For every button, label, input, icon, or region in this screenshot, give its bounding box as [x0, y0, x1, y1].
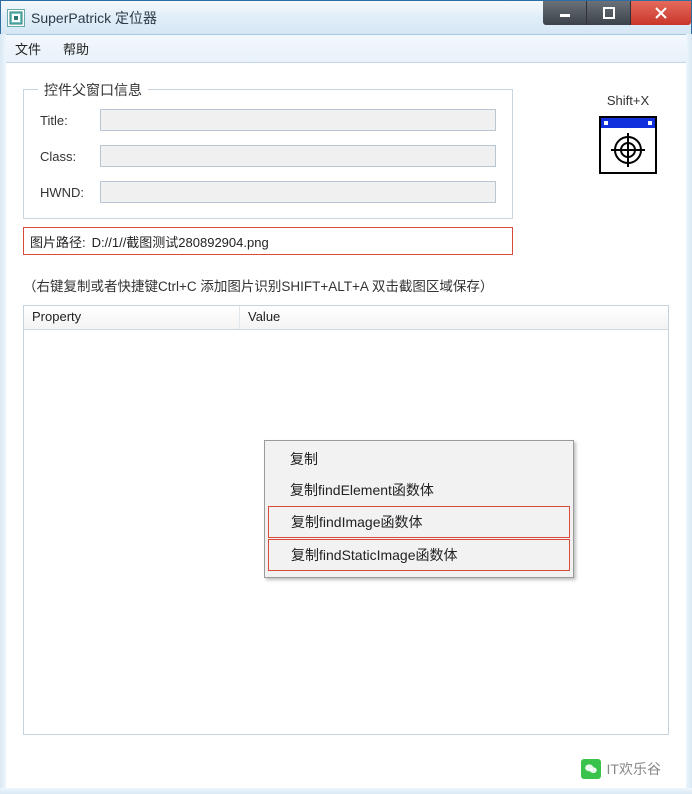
title-input[interactable]: [100, 109, 496, 131]
capture-shortcut-box: Shift+X: [589, 93, 667, 174]
table-header: Property Value: [24, 306, 668, 330]
crosshair-icon: [601, 128, 655, 172]
watermark: IT欢乐谷: [581, 759, 661, 779]
image-path-label: 图片路径:: [30, 232, 86, 251]
hwnd-input[interactable]: [100, 181, 496, 203]
column-value[interactable]: Value: [240, 306, 668, 329]
ctx-copy-findelement[interactable]: 复制findElement函数体: [268, 475, 570, 505]
app-window: SuperPatrick 定位器 文件 帮助 Shift+X: [0, 0, 692, 794]
shortcut-label: Shift+X: [589, 93, 667, 108]
hint-text: （右键复制或者快捷键Ctrl+C 添加图片识别SHIFT+ALT+A 双击截图区…: [23, 275, 669, 295]
ctx-copy-findstaticimage[interactable]: 复制findStaticImage函数体: [268, 539, 570, 571]
app-icon: [7, 9, 25, 27]
menu-file[interactable]: 文件: [7, 35, 49, 62]
image-path-value[interactable]: D://1//截图测试280892904.png: [92, 232, 269, 251]
window-controls: [543, 1, 691, 25]
parent-window-info-groupbox: 控件父窗口信息 Title: Class: HWND:: [23, 89, 513, 219]
picker-titlebar: [601, 118, 655, 128]
column-property[interactable]: Property: [24, 306, 240, 329]
class-input[interactable]: [100, 145, 496, 167]
crosshair-picker[interactable]: [599, 116, 657, 174]
wechat-icon: [581, 759, 601, 779]
ctx-copy[interactable]: 复制: [268, 444, 570, 474]
menu-help[interactable]: 帮助: [55, 35, 97, 62]
class-label: Class:: [40, 149, 100, 164]
close-button[interactable]: [631, 1, 691, 25]
hwnd-label: HWND:: [40, 185, 100, 200]
context-menu: 复制 复制findElement函数体 复制findImage函数体 复制fin…: [264, 440, 574, 578]
minimize-button[interactable]: [543, 1, 587, 25]
image-path-box: 图片路径: D://1//截图测试280892904.png: [23, 227, 513, 255]
title-bar[interactable]: SuperPatrick 定位器: [1, 1, 691, 35]
watermark-text: IT欢乐谷: [607, 759, 661, 779]
maximize-button[interactable]: [587, 1, 631, 25]
ctx-copy-findimage[interactable]: 复制findImage函数体: [268, 506, 570, 538]
client-area: Shift+X 控件父窗口信息 Title:: [1, 63, 691, 793]
table-body[interactable]: 复制 复制findElement函数体 复制findImage函数体 复制fin…: [24, 330, 668, 734]
title-label: Title:: [40, 113, 100, 128]
menu-bar: 文件 帮助: [1, 35, 691, 63]
groupbox-title: 控件父窗口信息: [38, 80, 148, 100]
properties-table: Property Value 复制 复制findElement函数体 复制fin…: [23, 305, 669, 735]
window-title: SuperPatrick 定位器: [31, 8, 157, 28]
